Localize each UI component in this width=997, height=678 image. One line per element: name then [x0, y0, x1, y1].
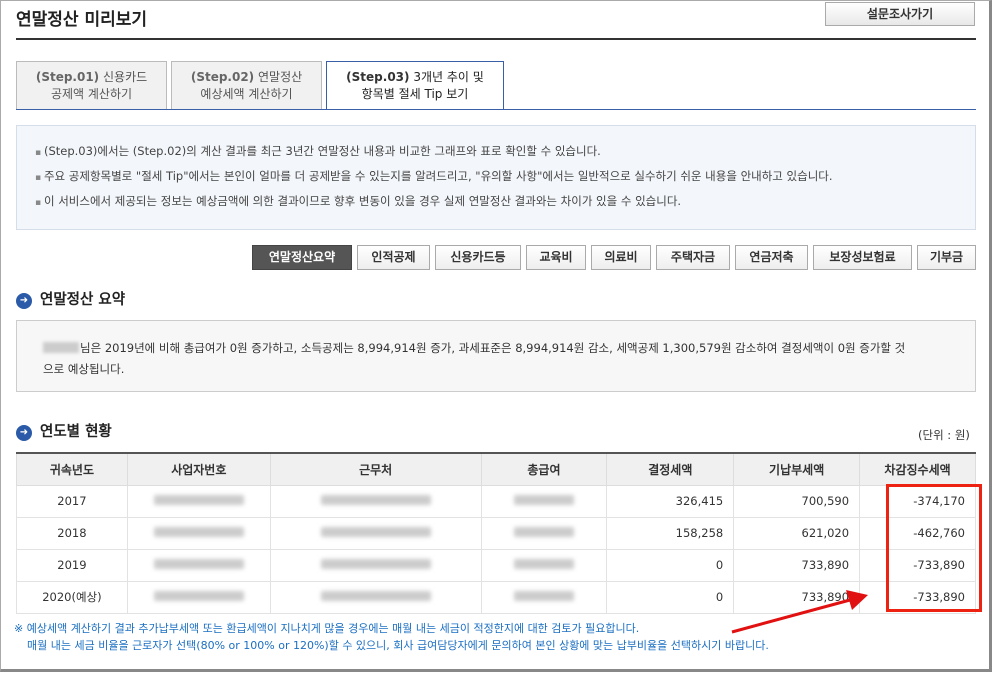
annotation-arrow-icon: [731, 590, 868, 634]
